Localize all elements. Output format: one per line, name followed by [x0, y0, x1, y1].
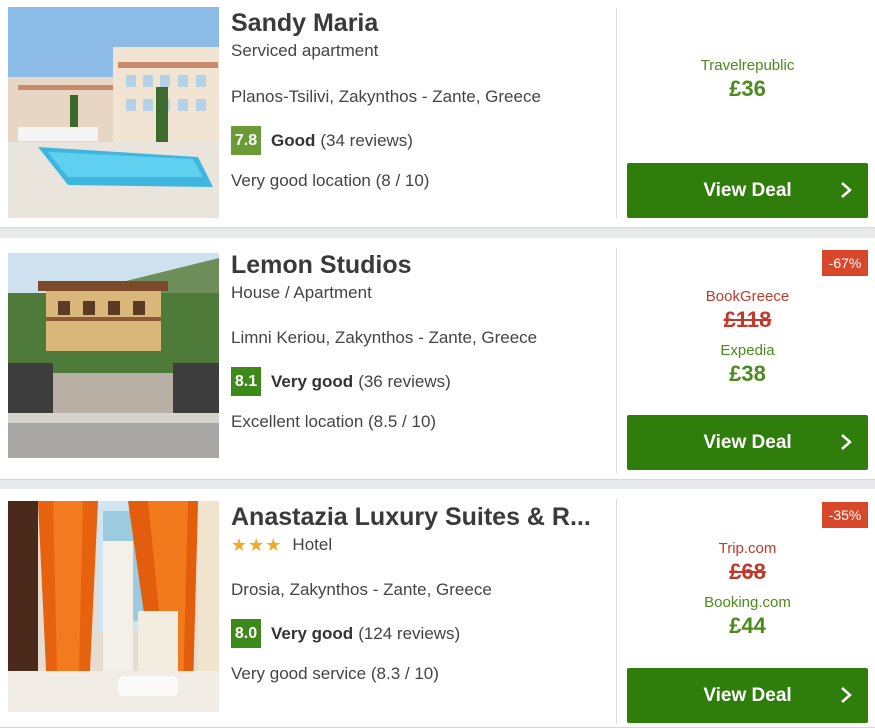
divider	[616, 499, 617, 724]
chevron-right-icon	[841, 182, 852, 198]
rating-label: Very good	[271, 371, 354, 391]
chevron-right-icon	[841, 687, 852, 703]
discount-badge: -35%	[822, 502, 868, 528]
provider-name[interactable]: Travelrepublic	[627, 57, 868, 75]
hotel-info: Anastazia Luxury Suites & R... ★★★ Hotel…	[231, 502, 601, 685]
hotel-name[interactable]: Sandy Maria	[231, 8, 601, 38]
hotel-info: Lemon Studios House / Apartment Limni Ke…	[231, 250, 601, 433]
discount-badge: -67%	[822, 250, 868, 276]
view-deal-label: View Deal	[703, 179, 792, 201]
original-provider-name[interactable]: BookGreece	[627, 288, 868, 306]
deal-block: Travelrepublic £36	[627, 57, 868, 103]
accommodation-type-label: House / Apartment	[231, 283, 372, 302]
original-price[interactable]: £68	[627, 558, 868, 586]
original-price[interactable]: £118	[627, 306, 868, 334]
hotel-card: Sandy Maria Serviced apartment Planos-Ts…	[0, 0, 875, 228]
view-deal-button[interactable]: View Deal	[627, 163, 868, 218]
hotel-name[interactable]: Lemon Studios	[231, 250, 601, 280]
hotel-info: Sandy Maria Serviced apartment Planos-Ts…	[231, 8, 601, 192]
hotel-name[interactable]: Anastazia Luxury Suites & R...	[231, 502, 601, 532]
accommodation-type-label: Hotel	[292, 535, 333, 554]
view-deal-button[interactable]: View Deal	[627, 415, 868, 470]
hotel-card: Lemon Studios House / Apartment Limni Ke…	[0, 238, 875, 480]
rating-score-badge: 7.8	[231, 126, 261, 155]
rating-row[interactable]: 8.1 Very good (36 reviews)	[231, 367, 601, 396]
hotel-card: Anastazia Luxury Suites & R... ★★★ Hotel…	[0, 489, 875, 728]
hotel-location: Limni Keriou, Zakynthos - Zante, Greece	[231, 328, 538, 347]
view-deal-label: View Deal	[703, 431, 792, 453]
rating-row[interactable]: 8.0 Very good (124 reviews)	[231, 619, 601, 648]
review-count: (124 reviews)	[358, 623, 461, 643]
deal-price[interactable]: £38	[627, 360, 868, 388]
deal-block: BookGreece £118 Expedia £38	[627, 288, 868, 388]
hotel-photo[interactable]	[8, 501, 219, 712]
sub-rating: Excellent location (8.5 / 10)	[231, 412, 437, 431]
provider-name[interactable]: Expedia	[627, 342, 868, 360]
deal-block: Trip.com £68 Booking.com £44	[627, 540, 868, 640]
hotel-photo[interactable]	[8, 7, 219, 218]
rating-label: Good	[271, 130, 316, 150]
hotel-location: Drosia, Zakynthos - Zante, Greece	[231, 580, 492, 599]
accommodation-type: ★★★ Hotel	[231, 534, 601, 556]
view-deal-label: View Deal	[703, 684, 792, 706]
hotel-location: Planos-Tsilivi, Zakynthos - Zante, Greec…	[231, 87, 541, 106]
view-deal-button[interactable]: View Deal	[627, 668, 868, 723]
divider	[616, 248, 617, 473]
accommodation-type-label: Serviced apartment	[231, 41, 379, 60]
deal-price[interactable]: £44	[627, 612, 868, 640]
rating-score-badge: 8.1	[231, 367, 261, 396]
sub-rating: Very good location (8 / 10)	[231, 171, 430, 190]
original-provider-name[interactable]: Trip.com	[627, 540, 868, 558]
hotel-photo[interactable]	[8, 253, 219, 458]
chevron-right-icon	[841, 434, 852, 450]
sub-rating: Very good service (8.3 / 10)	[231, 664, 439, 683]
review-count: (34 reviews)	[320, 130, 413, 150]
divider	[616, 8, 617, 218]
rating-label: Very good	[271, 623, 354, 643]
star-icon: ★★★	[231, 535, 283, 555]
accommodation-type: House / Apartment	[231, 282, 601, 304]
provider-name[interactable]: Booking.com	[627, 594, 868, 612]
rating-score-badge: 8.0	[231, 619, 261, 648]
rating-row[interactable]: 7.8 Good (34 reviews)	[231, 126, 601, 155]
deal-price[interactable]: £36	[627, 75, 868, 103]
review-count: (36 reviews)	[358, 371, 451, 391]
accommodation-type: Serviced apartment	[231, 40, 601, 62]
